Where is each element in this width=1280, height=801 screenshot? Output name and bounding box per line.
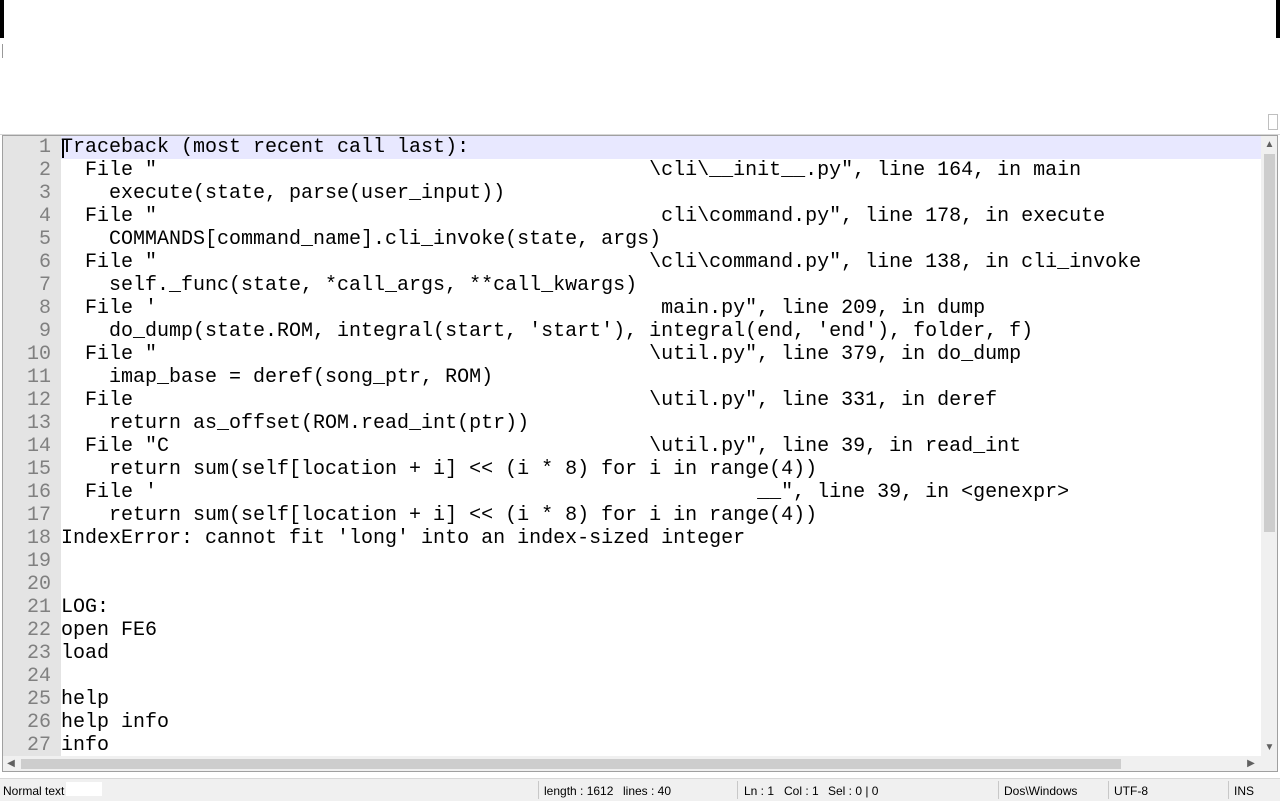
menu-bar (0, 38, 1280, 68)
line-number: 8 (38, 297, 51, 320)
code-line[interactable]: do_dump(state.ROM, integral(start, 'star… (61, 320, 1033, 343)
scroll-right-icon[interactable]: ▶ (1243, 756, 1259, 771)
line-number: 4 (38, 205, 51, 228)
code-line[interactable]: File ' main.py", line 209, in dump (61, 297, 985, 320)
horizontal-scrollbar[interactable]: ◀ ▶ (3, 756, 1261, 771)
window-edge-left (0, 0, 4, 38)
code-area[interactable]: Traceback (most recent call last): File … (61, 136, 1261, 756)
status-encoding: UTF-8 (1114, 784, 1148, 798)
status-separator (1228, 781, 1229, 799)
line-number: 13 (26, 412, 51, 435)
line-number-gutter: 1 2 3 4 5 6 7 8 9 10 11 12 13 14 15 16 17 18 19 20 21 22 23 24 2… (3, 136, 61, 757)
code-line[interactable]: COMMANDS[command_name].cli_invoke(state,… (61, 228, 661, 251)
line-number: 11 (26, 366, 51, 389)
code-line[interactable]: return sum(self[location + i] << (i * 8)… (61, 458, 817, 481)
status-eol: Dos\Windows (1004, 784, 1078, 798)
status-mode: INS (1234, 784, 1255, 798)
line-number: 18 (26, 527, 51, 550)
text-cursor (62, 139, 64, 158)
scroll-down-icon[interactable]: ▼ (1261, 739, 1277, 756)
code-line[interactable]: File " \util.py", line 379, in do_dump (61, 343, 1021, 366)
code-line[interactable]: return as_offset(ROM.read_int(ptr)) (61, 412, 529, 435)
code-line[interactable]: open FE6 (61, 619, 157, 642)
line-number: 2 (38, 159, 51, 182)
code-line[interactable]: File \util.py", line 331, in deref (61, 389, 997, 412)
code-line[interactable]: File " cli\command.py", line 178, in exe… (61, 205, 1105, 228)
line-number: 10 (26, 343, 51, 366)
line-number: 27 (26, 734, 51, 757)
line-number: 6 (38, 251, 51, 274)
line-number: 26 (26, 711, 51, 734)
line-number: 15 (26, 458, 51, 481)
code-line[interactable]: self._func(state, *call_args, **call_kwa… (61, 274, 637, 297)
line-number: 23 (26, 642, 51, 665)
code-line[interactable]: File " \cli\__init__.py", line 164, in m… (61, 159, 1081, 182)
code-line[interactable]: File ' __", line 39, in <genexpr> (61, 481, 1069, 504)
line-number: 19 (26, 550, 51, 573)
horizontal-scroll-thumb[interactable] (21, 759, 1121, 769)
line-number: 5 (38, 228, 51, 251)
line-number: 1 (38, 136, 51, 159)
line-number: 24 (26, 665, 51, 688)
scroll-left-icon[interactable]: ◀ (3, 756, 19, 771)
line-number: 9 (38, 320, 51, 343)
status-separator (1108, 781, 1109, 799)
status-language-box (66, 782, 102, 796)
code-line[interactable]: return sum(self[location + i] << (i * 8)… (61, 504, 817, 527)
line-number: 22 (26, 619, 51, 642)
tab-scroll-button[interactable] (1268, 114, 1278, 130)
status-separator (737, 781, 738, 799)
line-number: 14 (26, 435, 51, 458)
line-number: 21 (26, 596, 51, 619)
scrollbar-corner (1261, 756, 1277, 771)
code-line[interactable]: IndexError: cannot fit 'long' into an in… (61, 527, 745, 550)
status-line-number: Ln : 1 (744, 784, 775, 798)
status-lines: lines : 40 (623, 784, 672, 798)
status-separator (538, 781, 539, 799)
code-line[interactable]: help (61, 688, 109, 711)
code-line[interactable]: info (61, 734, 109, 756)
code-line[interactable]: imap_base = deref(song_ptr, ROM) (61, 366, 493, 389)
vertical-scrollbar[interactable]: ▲ ▼ (1261, 136, 1277, 756)
code-line-current[interactable]: Traceback (most recent call last): (61, 136, 1261, 159)
tab-bar (0, 108, 1280, 135)
status-separator (998, 781, 999, 799)
code-line[interactable]: LOG: (61, 596, 109, 619)
vertical-scroll-thumb[interactable] (1264, 154, 1275, 532)
status-selection: Sel : 0 | 0 (828, 784, 879, 798)
title-bar (0, 0, 1280, 38)
scroll-up-icon[interactable]: ▲ (1261, 136, 1277, 153)
menu-caret (2, 44, 3, 58)
status-length: length : 1612 (544, 784, 614, 798)
line-number: 25 (26, 688, 51, 711)
code-line[interactable]: help info (61, 711, 169, 734)
code-line[interactable]: execute(state, parse(user_input)) (61, 182, 505, 205)
line-number: 17 (26, 504, 51, 527)
code-line[interactable]: load (61, 642, 109, 665)
toolbar (0, 68, 1280, 108)
line-number: 20 (26, 573, 51, 596)
line-number: 7 (38, 274, 51, 297)
window-edge-right (1276, 0, 1280, 38)
status-bar: Normal text length : 1612 lines : 40 Ln … (0, 778, 1280, 801)
line-number: 3 (38, 182, 51, 205)
code-line[interactable]: File " \cli\command.py", line 138, in cl… (61, 251, 1141, 274)
line-number: 12 (26, 389, 51, 412)
line-number: 16 (26, 481, 51, 504)
editor-pane[interactable]: 1 2 3 4 5 6 7 8 9 10 11 12 13 14 15 16 17 18 19 20 21 22 23 24 2… (2, 135, 1278, 772)
code-line[interactable]: File "C \util.py", line 39, in read_int (61, 435, 1021, 458)
status-language: Normal text (3, 784, 65, 798)
status-column: Col : 1 (784, 784, 819, 798)
